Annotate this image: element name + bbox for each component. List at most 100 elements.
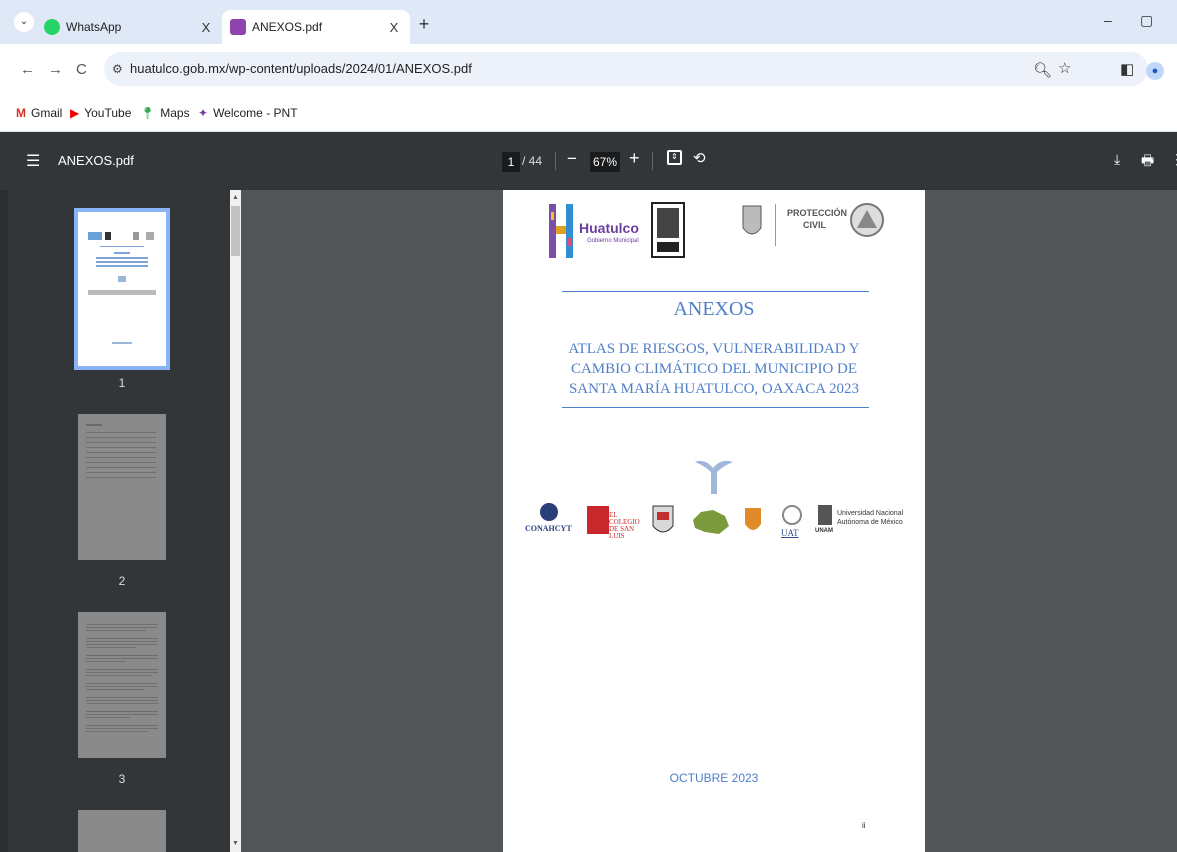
toolbar-divider — [555, 152, 556, 170]
colegio-san-luis-text: EL COLEGIO DE SAN LUIS — [609, 511, 640, 540]
toolbar-divider — [652, 152, 653, 170]
heading-rule-top — [562, 291, 869, 292]
download-icon[interactable]: ⤓ — [1114, 151, 1120, 168]
restore-icon[interactable]: ▢ — [1140, 12, 1153, 29]
scroll-up-arrow-icon[interactable]: ▲ — [230, 194, 241, 201]
zoom-in-button[interactable]: + — [629, 148, 640, 169]
forward-arrow-icon[interactable]: → — [48, 61, 63, 78]
unam-name-line2: Autónoma de México — [837, 519, 903, 526]
conahcyt-logo-icon — [540, 503, 558, 521]
whatsapp-icon — [44, 19, 60, 35]
page-total: / 44 — [522, 154, 543, 168]
huatulco-logo-subtitle: Gobierno Municipal — [587, 238, 639, 244]
bookmark-youtube[interactable]: ▶ YouTube — [70, 106, 131, 120]
proteccion-civil-text-2: CIVIL — [803, 220, 827, 230]
municipal-seal-icon — [651, 202, 685, 258]
university-shield-icon — [745, 508, 761, 530]
uat-logo-icon — [782, 505, 802, 525]
gmail-icon: M — [16, 106, 26, 120]
profile-avatar[interactable]: ● — [1146, 62, 1164, 80]
zoom-magnifier-icon[interactable]: 🔍︎ — [1033, 61, 1052, 79]
document-subtitle: ATLAS DE RIESGOS, VULNERABILIDAD Y CAMBI… — [543, 339, 885, 399]
oaxaca-shield-icon — [742, 205, 762, 235]
reload-icon[interactable]: C — [76, 61, 87, 78]
address-input[interactable]: ⚙ huatulco.gob.mx/wp-content/uploads/202… — [104, 52, 1148, 86]
hamburger-menu-icon[interactable]: ☰ — [26, 151, 40, 171]
bookmark-label: Welcome - PNT — [213, 106, 298, 120]
zoom-level-input[interactable]: 67% — [590, 152, 620, 172]
maps-pin-icon: 📍︎ — [140, 106, 156, 120]
subtitle-line: CAMBIO CLIMÁTICO DEL MUNICIPIO DE — [570, 361, 858, 377]
unam-short-text: UNAM — [815, 528, 833, 534]
print-icon[interactable]: 🖶︎ — [1141, 150, 1154, 174]
bookmarks-bar: M Gmail ▶ YouTube 📍︎ Maps ✦ Welcome - PN… — [0, 96, 1177, 132]
thumbnail-page-3[interactable] — [78, 612, 166, 758]
subtitle-line: ATLAS DE RIESGOS, VULNERABILIDAD Y — [568, 341, 860, 357]
document-heading: ANEXOS — [673, 298, 755, 320]
tab-close-button[interactable]: X — [196, 20, 216, 35]
huatulco-logo-text: Huatulco — [579, 220, 639, 236]
sidebar-scrollbar[interactable]: ▲ ▼ — [230, 190, 241, 852]
heading-rule-bottom — [562, 407, 869, 408]
url-text: huatulco.gob.mx/wp-content/uploads/2024/… — [130, 61, 472, 76]
colegio-san-luis-logo-icon — [587, 506, 609, 534]
logo-divider — [775, 204, 776, 246]
page-number-input[interactable]: 1 — [502, 152, 520, 172]
plant-emblem-icon — [695, 460, 733, 494]
bookmark-label: Gmail — [31, 106, 63, 120]
more-options-icon[interactable]: ⋮ — [1170, 151, 1177, 168]
pdf-filename: ANEXOS.pdf — [58, 153, 134, 168]
thumbnail-toc-preview — [86, 424, 156, 478]
tab-strip: ⌄ WhatsApp X ANEXOS.pdf X + – ▢ — [0, 0, 1177, 44]
side-panel-icon[interactable]: ◧ — [1120, 60, 1134, 78]
tab-title: ANEXOS.pdf — [252, 20, 323, 34]
bookmark-pnt[interactable]: ✦ Welcome - PNT — [198, 106, 298, 120]
thumbnail-page-1[interactable] — [74, 208, 170, 370]
bookmark-gmail[interactable]: M Gmail — [16, 106, 62, 120]
bookmark-label: Maps — [160, 106, 190, 120]
thumbnail-text-preview — [86, 624, 158, 732]
sidebar-edge — [0, 190, 8, 852]
conahcyt-logo-text: CONAHCYT — [525, 524, 572, 533]
thumbnail-page-number: 2 — [118, 574, 126, 588]
thumbnail-page-number: 3 — [118, 772, 126, 786]
bookmark-star-icon[interactable]: ☆ — [1058, 59, 1071, 77]
proteccion-civil-text: PROTECCIÓN — [787, 208, 848, 218]
pnt-logo-icon: ✦ — [198, 106, 209, 120]
pdf-toolbar: ☰ ANEXOS.pdf 1 / 44 − 67% + ⇕ ⟲ ⤓ 🖶︎ ⋮ — [0, 132, 1177, 190]
tab-title: WhatsApp — [66, 20, 122, 34]
tab-search-chevron-icon[interactable]: ⌄ — [14, 12, 34, 32]
new-tab-button[interactable]: + — [414, 14, 434, 35]
unam-crest-icon — [818, 505, 832, 525]
rotate-icon[interactable]: ⟲ — [693, 149, 706, 167]
scrollbar-thumb[interactable] — [231, 206, 240, 256]
proteccion-civil-emblem-icon — [850, 203, 884, 237]
tab-close-button[interactable]: X — [384, 20, 404, 35]
address-bar-row: ← → C ⚙ huatulco.gob.mx/wp-content/uploa… — [0, 44, 1177, 96]
scroll-down-arrow-icon[interactable]: ▼ — [230, 840, 241, 847]
site-info-icon[interactable]: ⚙ — [112, 62, 123, 76]
pdf-viewer[interactable]: Huatulco Gobierno Municipal PROTECCIÓN C… — [241, 190, 1177, 852]
pdf-page-1: Huatulco Gobierno Municipal PROTECCIÓN C… — [503, 190, 925, 852]
tab-whatsapp[interactable]: WhatsApp X — [36, 10, 222, 44]
bookmark-maps[interactable]: 📍︎ Maps — [140, 106, 190, 120]
huatulco-emblem-icon — [549, 204, 573, 258]
zoom-out-button[interactable]: − — [567, 149, 577, 169]
unam-name-line1: Universidad Nacional — [837, 510, 904, 517]
thumbnail-cover-preview — [88, 232, 156, 344]
minimize-icon[interactable]: – — [1104, 12, 1112, 28]
thumbnail-page-2[interactable] — [78, 414, 166, 560]
document-date: OCTUBRE 2023 — [669, 771, 759, 785]
tab-anexos-pdf[interactable]: ANEXOS.pdf X — [222, 10, 410, 44]
page-footer-number: ii — [862, 821, 866, 830]
pdf-favicon-icon — [230, 19, 246, 35]
youtube-icon: ▶ — [70, 106, 80, 120]
oaxaca-map-logo-icon — [693, 510, 729, 534]
bookmark-label: YouTube — [84, 106, 132, 120]
thumbnail-page-number: 1 — [118, 376, 126, 390]
back-arrow-icon[interactable]: ← — [20, 61, 35, 78]
thumbnail-page-4[interactable] — [78, 810, 166, 852]
university-crest-icon — [652, 505, 674, 533]
uat-logo-text: UAT — [781, 528, 799, 538]
fit-to-page-icon[interactable]: ⇕ — [667, 150, 682, 165]
